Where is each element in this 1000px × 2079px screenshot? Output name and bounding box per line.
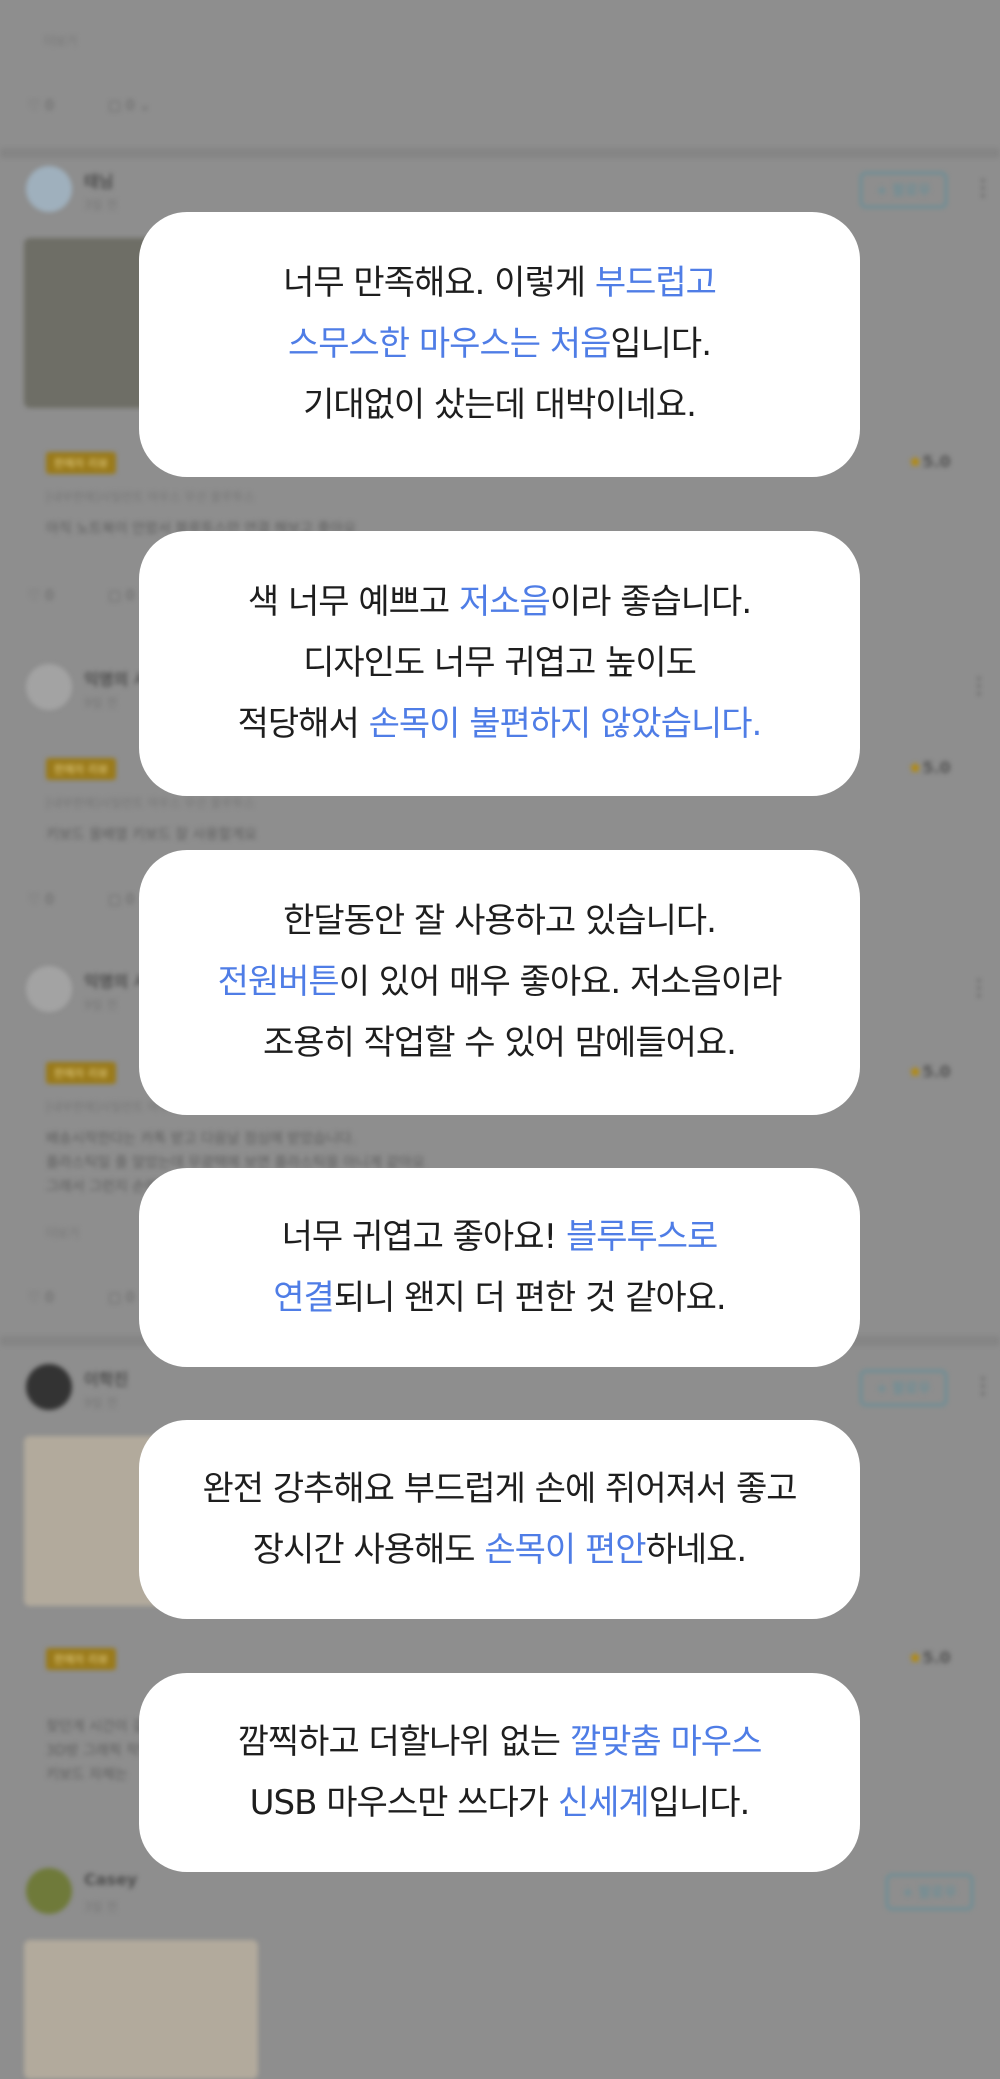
more-link[interactable]: 더보기 — [46, 1224, 79, 1241]
review-card-line: 장시간 사용해도 손목이 편안하네요. — [252, 1520, 748, 1581]
card-text: 조용히 작업할 수 있어 맘에들어요. — [263, 1023, 737, 1063]
like-count[interactable]: ♡ 0 — [28, 892, 54, 908]
highlighted-text: 부드럽고 — [594, 263, 717, 303]
review-badge: 판매자 리뷰 — [46, 1648, 117, 1670]
review-card-line: 적당해서 손목이 불편하지 않았습니다. — [237, 694, 763, 755]
review-card: 완전 강추해요 부드럽게 손에 쥐어져서 좋고장시간 사용해도 손목이 편안하네… — [139, 1420, 860, 1619]
kebab-menu-icon[interactable]: ⋮ — [972, 1374, 994, 1399]
review-user-name[interactable]: Casey — [84, 1870, 137, 1889]
review-user-name[interactable]: 태님 — [84, 168, 113, 192]
avatar[interactable] — [26, 1364, 72, 1410]
comment-count[interactable]: ▢ 0 — [108, 1290, 135, 1306]
review-card-line: 한달동안 잘 사용하고 있습니다. — [283, 891, 717, 952]
highlighted-text: 블루투스로 — [565, 1216, 718, 1257]
review-date: 9일 전 — [84, 696, 118, 710]
review-badge: 판매자 리뷰 — [46, 758, 117, 780]
review-card-line: 스무스한 마우스는 처음입니다. — [287, 314, 712, 375]
card-text: 색 너무 예쁘고 — [247, 582, 459, 622]
review-card-line: 색 너무 예쁘고 저소음이라 좋습니다. — [247, 572, 752, 633]
card-text: 완전 강추해요 부드럽게 손에 쥐어져서 좋고 — [202, 1468, 797, 1509]
review-card-line: 너무 만족해요. 이렇게 부드럽고 — [283, 253, 717, 314]
star-icon: ★ — [908, 452, 923, 471]
follow-button[interactable]: + 팔로우 — [860, 1370, 947, 1406]
card-text: 되니 왠지 더 편한 것 같아요. — [333, 1277, 727, 1318]
card-text: 장시간 사용해도 — [252, 1529, 485, 1570]
review-card-line: 기대없이 샀는데 대박이네요. — [303, 375, 697, 436]
avatar[interactable] — [26, 966, 72, 1012]
card-text: 입니다. — [610, 324, 712, 364]
highlighted-text: 전원버튼 — [217, 962, 340, 1002]
star-icon: ★ — [908, 1062, 923, 1081]
kebab-menu-icon[interactable]: ⋮ — [968, 976, 990, 1001]
card-text: 적당해서 — [237, 704, 369, 744]
review-date: 9일 전 — [84, 1396, 118, 1410]
review-badge: 판매자 리뷰 — [46, 452, 117, 474]
comment-count[interactable]: ▢ 0 ⌄ — [108, 98, 151, 114]
more-link[interactable]: 더보기 — [44, 32, 77, 49]
review-user-name[interactable]: 이학진 — [84, 1366, 128, 1390]
kebab-menu-icon[interactable]: ⋮ — [972, 176, 994, 201]
follow-button[interactable]: + 팔로우 — [886, 1874, 973, 1910]
review-option: [내부판매]사일런트 마우스 무선 블루투스 — [46, 490, 255, 504]
review-option: [내부판매]사일런트 마우스 무선 블루투스 — [46, 796, 255, 810]
review-text: 키보드 올배열 키보드 잘 사용할게요 — [46, 827, 257, 843]
review-card: 한달동안 잘 사용하고 있습니다. 전원버튼이 있어 매우 좋아요. 저소음이라조… — [139, 850, 860, 1115]
review-date: 3일 전 — [84, 1900, 118, 1914]
card-text: 디자인도 너무 귀엽고 높이도 — [303, 643, 697, 683]
like-count[interactable]: ♡ 0 — [28, 98, 54, 114]
highlighted-text: 손목이 불편하지 않았습니다. — [368, 704, 763, 744]
review-card-line: 연결되니 왠지 더 편한 것 같아요. — [273, 1268, 726, 1329]
divider — [0, 148, 1000, 158]
highlighted-text: 저소음 — [458, 582, 551, 622]
card-text: 이 있어 매우 좋아요. 저소음이라 — [338, 962, 783, 1002]
review-card-line: USB 마우스만 쓰다가 신세계입니다. — [249, 1773, 751, 1834]
review-card: 너무 만족해요. 이렇게 부드럽고 스무스한 마우스는 처음입니다. 기대없이 샀는… — [139, 212, 860, 477]
review-card: 깜찍하고 더할나위 없는 깔맞춤 마우스 USB 마우스만 쓰다가 신세계입니다. — [139, 1673, 860, 1872]
card-text: 너무 귀엽고 좋아요! — [281, 1216, 566, 1257]
review-card-line: 전원버튼이 있어 매우 좋아요. 저소음이라 — [217, 952, 783, 1013]
highlighted-text: 연결 — [273, 1277, 335, 1318]
card-text: 하네요. — [645, 1529, 748, 1570]
star-icon: ★ — [908, 758, 923, 777]
highlighted-text: 스무스한 마우스는 처음 — [287, 324, 611, 364]
review-text-line: 키보드 자체는 — [46, 1767, 128, 1783]
review-card-line: 너무 귀엽고 좋아요! 블루투스로 — [281, 1207, 719, 1268]
review-card: 색 너무 예쁘고 저소음이라 좋습니다. 디자인도 너무 귀엽고 높이도적당해서 … — [139, 531, 860, 796]
card-text: 깜찍하고 더할나위 없는 — [237, 1721, 570, 1762]
review-rating: ★5.0 — [908, 758, 951, 777]
card-text: 기대없이 샀는데 대박이네요. — [303, 385, 697, 425]
review-text-line: 배송시작한다는 카톡 받고 다음날 점심에 받았습니다. — [46, 1131, 357, 1147]
card-text: 너무 만족해요. 이렇게 — [283, 263, 595, 303]
review-rating: ★5.0 — [908, 452, 951, 471]
highlighted-text: 신세계 — [557, 1782, 650, 1823]
highlighted-text: 손목이 편안 — [484, 1529, 646, 1570]
avatar[interactable] — [26, 664, 72, 710]
follow-button[interactable]: + 팔로우 — [860, 172, 947, 208]
comment-count[interactable]: ▢ 0 — [108, 588, 135, 604]
review-badge: 판매자 리뷰 — [46, 1062, 117, 1084]
review-card: 너무 귀엽고 좋아요! 블루투스로 연결되니 왠지 더 편한 것 같아요. — [139, 1168, 860, 1367]
kebab-menu-icon[interactable]: ⋮ — [968, 674, 990, 699]
review-card-line: 조용히 작업할 수 있어 맘에들어요. — [263, 1013, 737, 1074]
card-text: USB 마우스만 쓰다가 — [249, 1782, 558, 1823]
review-card-line: 깜찍하고 더할나위 없는 깔맞춤 마우스 — [237, 1712, 763, 1773]
highlighted-text: 깔맞춤 마우스 — [569, 1721, 762, 1762]
review-card-line: 디자인도 너무 귀엽고 높이도 — [303, 633, 697, 694]
review-photo[interactable] — [24, 1940, 258, 2079]
review-date: 9일 전 — [84, 998, 118, 1012]
like-count[interactable]: ♡ 0 — [28, 588, 54, 604]
review-date: 3일 전 — [84, 198, 118, 212]
card-text: 입니다. — [648, 1782, 751, 1823]
card-text: 한달동안 잘 사용하고 있습니다. — [283, 901, 717, 941]
review-rating: ★5.0 — [908, 1062, 951, 1081]
review-rating: ★5.0 — [908, 1648, 951, 1667]
star-icon: ★ — [908, 1648, 923, 1667]
card-text: 이라 좋습니다. — [549, 582, 752, 622]
like-count[interactable]: ♡ 0 — [28, 1290, 54, 1306]
comment-count[interactable]: ▢ 0 — [108, 892, 135, 908]
avatar[interactable] — [26, 1868, 72, 1914]
review-card-line: 완전 강추해요 부드럽게 손에 쥐어져서 좋고 — [202, 1459, 797, 1520]
avatar[interactable] — [26, 166, 72, 212]
